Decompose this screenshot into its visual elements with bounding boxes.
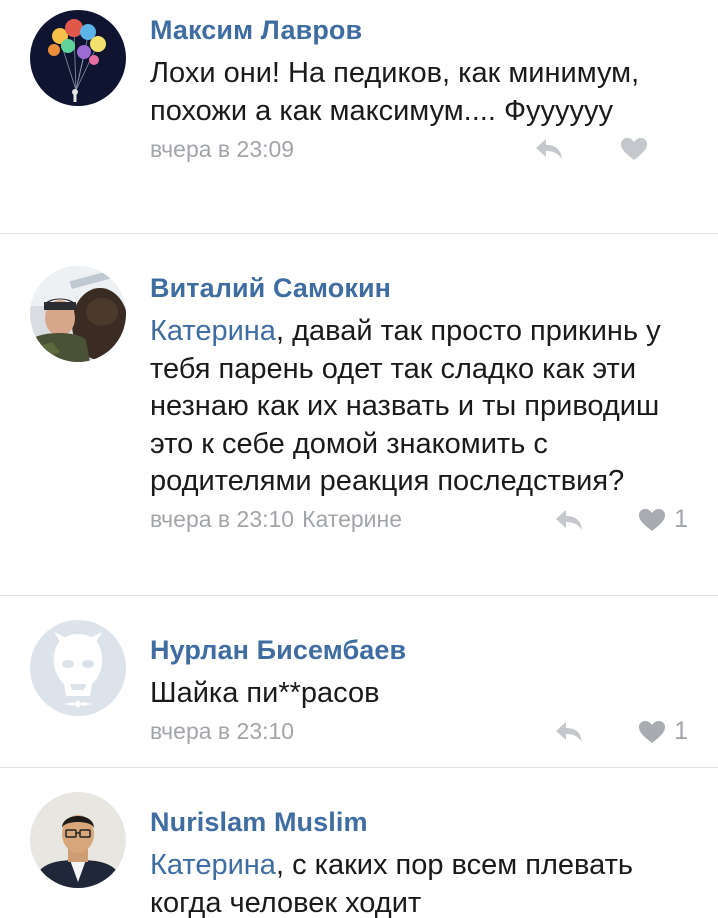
reply-arrow-icon[interactable] bbox=[554, 720, 584, 744]
mention-link[interactable]: Катерина bbox=[150, 315, 276, 347]
comment-item: Виталий Самокин Катерина, давай так прос… bbox=[0, 234, 718, 596]
heart-icon bbox=[620, 137, 648, 161]
avatar[interactable] bbox=[30, 10, 126, 106]
like-button[interactable] bbox=[620, 137, 648, 161]
avatar-image bbox=[30, 266, 126, 362]
comment-content: Nurislam Muslim Катерина, с каких пор вс… bbox=[150, 792, 718, 918]
comment-author[interactable]: Виталий Самокин bbox=[150, 272, 688, 304]
reply-arrow-icon[interactable] bbox=[554, 508, 584, 532]
comment-text: Лохи они! На педиков, как минимум, похож… bbox=[150, 55, 688, 130]
avatar-image bbox=[30, 792, 126, 888]
comment-actions: 1 bbox=[554, 503, 688, 537]
avatar[interactable] bbox=[30, 266, 126, 362]
avatar[interactable] bbox=[30, 620, 126, 716]
avatar-image bbox=[30, 10, 126, 106]
comment-meta: вчера в 23:10 1 bbox=[150, 715, 688, 749]
mention-link[interactable]: Катерина bbox=[150, 849, 276, 881]
comment-content: Максим Лавров Лохи они! На педиков, как … bbox=[150, 0, 718, 234]
comment-item: Nurislam Muslim Катерина, с каких пор вс… bbox=[0, 768, 718, 918]
comment-item: Максим Лавров Лохи они! На педиков, как … bbox=[0, 0, 718, 234]
reply-arrow-icon[interactable] bbox=[534, 137, 564, 161]
heart-icon bbox=[638, 720, 666, 744]
comment-item: Нурлан Бисембаев Шайка пи**расов вчера в… bbox=[0, 596, 718, 768]
comment-meta: вчера в 23:09 bbox=[150, 132, 688, 166]
like-button[interactable]: 1 bbox=[638, 505, 688, 534]
comment-time[interactable]: вчера в 23:10 bbox=[150, 718, 294, 745]
comment-time[interactable]: вчера в 23:09 bbox=[150, 136, 294, 163]
comment-body: Лохи они! На педиков, как минимум, похож… bbox=[150, 57, 640, 127]
like-button[interactable]: 1 bbox=[638, 717, 688, 746]
reply-to-link[interactable]: Катерине bbox=[302, 506, 402, 533]
comment-actions: 1 bbox=[554, 715, 688, 749]
comment-author[interactable]: Nurislam Muslim bbox=[150, 806, 688, 838]
heart-icon bbox=[638, 508, 666, 532]
comment-text: Катерина, с каких пор всем плевать когда… bbox=[150, 847, 688, 918]
like-count: 1 bbox=[674, 717, 688, 745]
avatar-image bbox=[30, 620, 126, 716]
comment-content: Нурлан Бисембаев Шайка пи**расов вчера в… bbox=[150, 620, 718, 768]
comment-author[interactable]: Максим Лавров bbox=[150, 14, 688, 46]
comment-text: Катерина, давай так просто прикинь у теб… bbox=[150, 313, 688, 501]
comment-actions bbox=[534, 132, 648, 166]
comment-text: Шайка пи**расов bbox=[150, 675, 688, 713]
comment-body: Шайка пи**расов bbox=[150, 677, 380, 709]
comment-meta: вчера в 23:10 Катерине 1 bbox=[150, 503, 688, 537]
like-count: 1 bbox=[674, 505, 688, 533]
comment-author[interactable]: Нурлан Бисембаев bbox=[150, 634, 688, 666]
comment-content: Виталий Самокин Катерина, давай так прос… bbox=[150, 258, 718, 596]
comment-time[interactable]: вчера в 23:10 bbox=[150, 506, 294, 533]
avatar[interactable] bbox=[30, 792, 126, 888]
comments-feed: Максим Лавров Лохи они! На педиков, как … bbox=[0, 0, 718, 918]
